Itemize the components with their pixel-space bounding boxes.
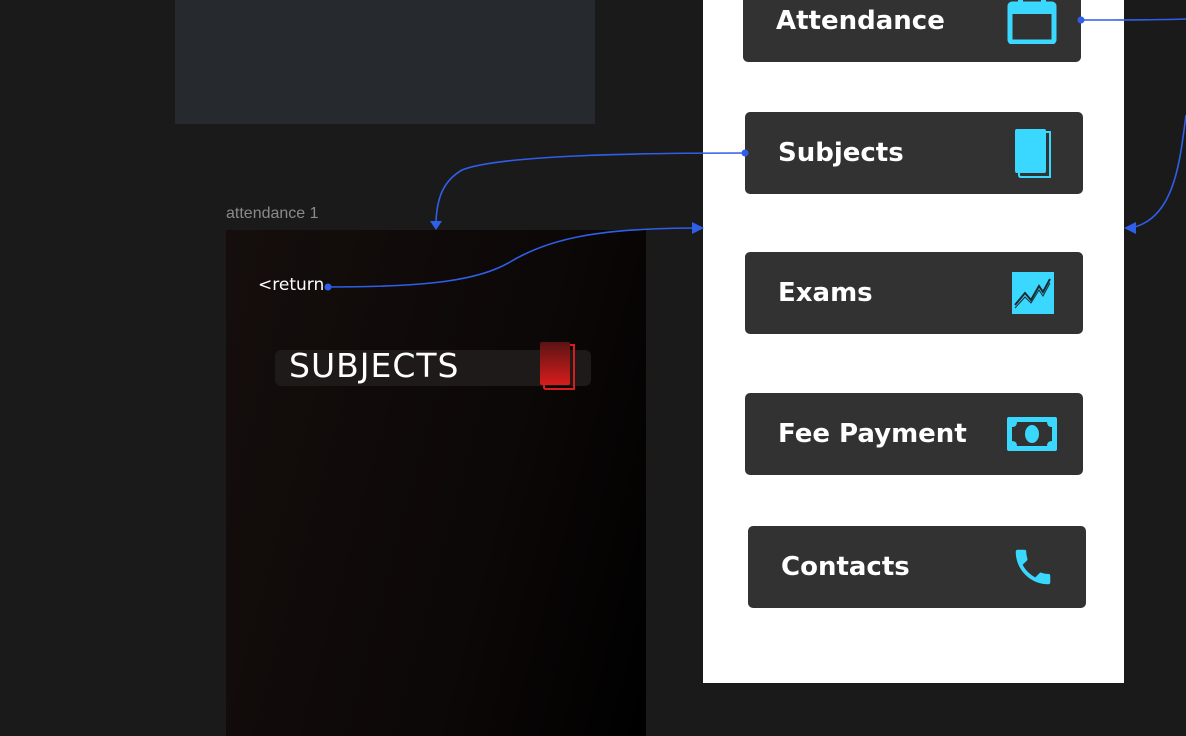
menu-button-contacts[interactable]: Contacts [748, 526, 1086, 608]
menu-button-attendance[interactable]: Attendance [743, 0, 1081, 62]
menu-button-exams[interactable]: Exams [745, 252, 1083, 334]
attendance-frame: <return SUBJECTS [226, 230, 646, 736]
arrowhead-down [430, 221, 442, 230]
menu-button-fee-payment[interactable]: Fee Payment [745, 393, 1083, 475]
connector-subjects-to-frame [435, 152, 746, 223]
chart-icon [1012, 272, 1054, 314]
book-icon [1015, 129, 1051, 178]
return-link[interactable]: <return [258, 275, 324, 295]
menu-label-attendance: Attendance [776, 6, 945, 36]
menu-label-subjects: Subjects [778, 138, 904, 168]
connector-back-to-panel [1129, 114, 1186, 229]
subjects-header-pill: SUBJECTS [275, 342, 591, 390]
phone-icon [1015, 549, 1051, 585]
menu-label-exams: Exams [778, 278, 873, 308]
top-frame [175, 0, 595, 124]
subjects-heading: SUBJECTS [289, 346, 460, 385]
book-icon [540, 342, 575, 390]
money-icon [1007, 417, 1057, 451]
menu-button-subjects[interactable]: Subjects [745, 112, 1083, 194]
menu-panel: Attendance Subjects Exams Fee Payment Co… [703, 0, 1124, 683]
arrowhead-left [1124, 222, 1136, 234]
frame-label-attendance[interactable]: attendance 1 [226, 205, 319, 223]
menu-label-contacts: Contacts [781, 552, 910, 582]
menu-label-fee-payment: Fee Payment [778, 419, 967, 449]
calendar-icon [1007, 0, 1057, 44]
